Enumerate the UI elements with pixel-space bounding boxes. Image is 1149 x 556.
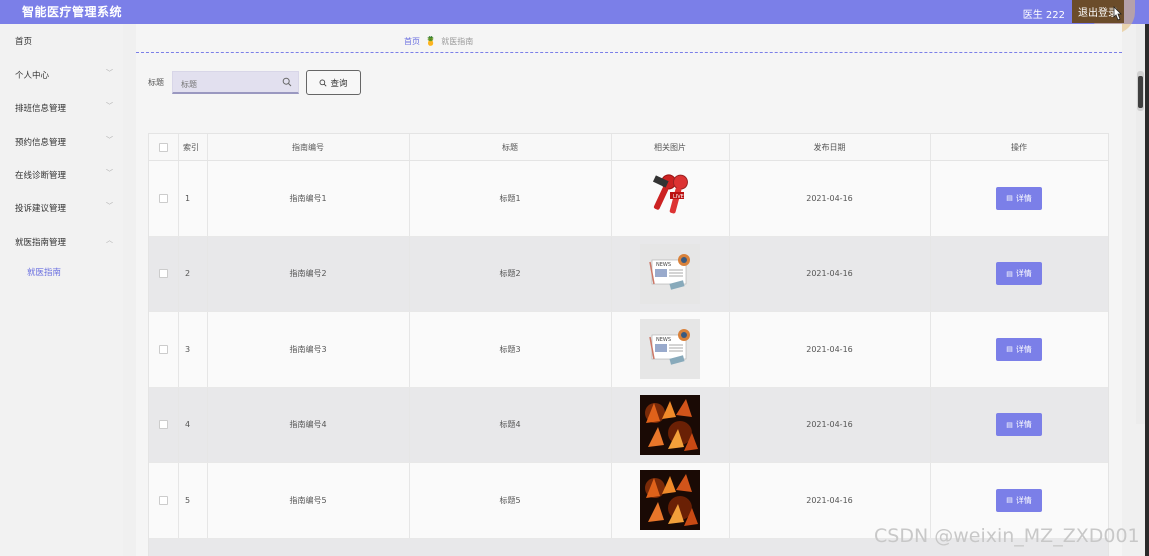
row-code: 指南编号5 [289, 495, 327, 505]
detail-button[interactable]: ▤ 详情 [996, 413, 1042, 437]
watermark: CSDN @weixin_MZ_ZXD001 [874, 525, 1140, 547]
row-code: 指南编号4 [289, 420, 327, 430]
detail-button[interactable]: ▤ 详情 [996, 488, 1042, 512]
sidebar: 首页 个人中心 ﹀ 排班信息管理 ﹀ 预约信息管理 ﹀ 在线诊断管理 ﹀ 投诉建议管理 ﹀… [0, 24, 123, 556]
row-index: 5 [185, 495, 191, 505]
query-button[interactable]: 查询 [306, 70, 361, 95]
breadcrumb-separator-icon: 🍍 [425, 36, 437, 47]
row-code: 指南编号2 [289, 269, 327, 279]
row-title: 标题4 [499, 420, 521, 430]
document-icon: ▤ [1006, 194, 1013, 203]
table-row: 2 指南编号2 标题2 NEWS 2021-04-16 ▤ 详情 [149, 236, 1108, 312]
row-title: 标题5 [499, 495, 521, 505]
select-all-checkbox[interactable] [159, 142, 168, 152]
sidebar-item-guide-management[interactable]: 就医指南管理 ︿ [15, 236, 115, 248]
search-label: 标题 [148, 78, 164, 87]
sidebar-item-appointment[interactable]: 预约信息管理 ﹀ [15, 136, 115, 148]
search-field [172, 71, 299, 95]
chevron-down-icon: ﹀ [106, 136, 113, 144]
chevron-down-icon: ﹀ [106, 202, 113, 210]
row-date: 2021-04-16 [806, 269, 853, 279]
table-row: 1 指南编号1 标题1 LIVE 2021-04-16 ▤ 详情 [149, 161, 1108, 237]
top-bar: 智能医疗管理系统 医生 222 [0, 0, 1149, 24]
breadcrumb-home[interactable]: 首页 [404, 36, 420, 47]
sidebar-item-profile[interactable]: 个人中心 ﹀ [15, 69, 115, 81]
microphone-image: LIVE [640, 168, 700, 229]
row-checkbox[interactable] [159, 344, 168, 354]
main-content: 首页 🍍 就医指南 标题 查询 索引 指南编号 标题 相关图片 [136, 24, 1122, 556]
row-date: 2021-04-16 [806, 344, 853, 354]
column-header: 指南编号 [292, 142, 324, 152]
document-icon: ▤ [1006, 420, 1013, 429]
table-row: 3 指南编号3 标题3 NEWS 2021-04-16 ▤ 详情 [149, 312, 1108, 388]
detail-button[interactable]: ▤ 详情 [996, 337, 1042, 361]
sidebar-item-complaints[interactable]: 投诉建议管理 ﹀ [15, 202, 115, 214]
news-image: NEWS [640, 243, 700, 304]
mouse-cursor-icon [1113, 6, 1122, 21]
search-icon [320, 79, 327, 86]
row-checkbox[interactable] [159, 420, 168, 430]
fire-text-image [640, 470, 700, 531]
sidebar-item-home[interactable]: 首页 [15, 35, 115, 47]
divider [136, 52, 1122, 53]
table-header: 索引 指南编号 标题 相关图片 发布日期 操作 [149, 134, 1108, 161]
fire-text-image [640, 394, 700, 455]
column-header: 发布日期 [813, 142, 846, 152]
row-code: 指南编号3 [289, 344, 327, 354]
app-title: 智能医疗管理系统 [22, 5, 123, 19]
column-header: 相关图片 [654, 142, 686, 152]
column-header: 标题 [502, 142, 518, 152]
document-icon: ▤ [1006, 496, 1013, 505]
chevron-down-icon: ﹀ [106, 102, 113, 110]
detail-button[interactable]: ▤ 详情 [996, 186, 1042, 210]
row-date: 2021-04-16 [806, 420, 853, 430]
column-header: 操作 [1011, 142, 1027, 152]
user-label: 医生 222 [1022, 10, 1065, 21]
chevron-up-icon: ︿ [106, 236, 113, 244]
detail-button[interactable]: ▤ 详情 [996, 262, 1042, 286]
row-index: 2 [185, 269, 191, 279]
row-index: 1 [185, 193, 191, 203]
vertical-scrollbar[interactable] [1136, 24, 1145, 424]
search-input[interactable] [173, 74, 298, 95]
window-edge [1145, 24, 1149, 556]
column-header: 索引 [183, 142, 199, 152]
svg-text:LIVE: LIVE [673, 194, 684, 200]
table-row: 4 指南编号4 标题4 2021-04-16 ▤ 详情 [149, 387, 1108, 463]
row-index: 4 [185, 420, 191, 430]
row-title: 标题3 [499, 344, 521, 354]
sidebar-item-schedule[interactable]: 排班信息管理 ﹀ [15, 102, 115, 114]
row-checkbox[interactable] [159, 193, 168, 203]
sidebar-item-diagnosis[interactable]: 在线诊断管理 ﹀ [15, 169, 115, 181]
row-checkbox[interactable] [159, 269, 168, 279]
row-checkbox[interactable] [159, 495, 168, 505]
scrollbar-handle[interactable] [1138, 76, 1143, 108]
row-title: 标题2 [499, 269, 521, 279]
svg-text:NEWS: NEWS [656, 262, 671, 268]
row-code: 指南编号1 [289, 193, 327, 203]
chevron-down-icon: ﹀ [106, 169, 113, 177]
svg-text:NEWS: NEWS [656, 337, 671, 343]
document-icon: ▤ [1006, 345, 1013, 354]
chevron-down-icon: ﹀ [106, 69, 113, 77]
breadcrumb-current: 就医指南 [441, 37, 474, 46]
document-icon: ▤ [1006, 269, 1013, 278]
breadcrumb: 首页 🍍 就医指南 [404, 36, 473, 47]
row-index: 3 [185, 344, 191, 354]
news-image: NEWS [640, 319, 700, 380]
row-date: 2021-04-16 [806, 193, 853, 203]
data-table: 索引 指南编号 标题 相关图片 发布日期 操作 1 指南编号1 标题1 LIVE… [148, 133, 1109, 556]
sidebar-subitem-guide[interactable]: 就医指南 [27, 266, 61, 278]
search-icon [282, 77, 292, 87]
row-title: 标题1 [499, 193, 521, 203]
